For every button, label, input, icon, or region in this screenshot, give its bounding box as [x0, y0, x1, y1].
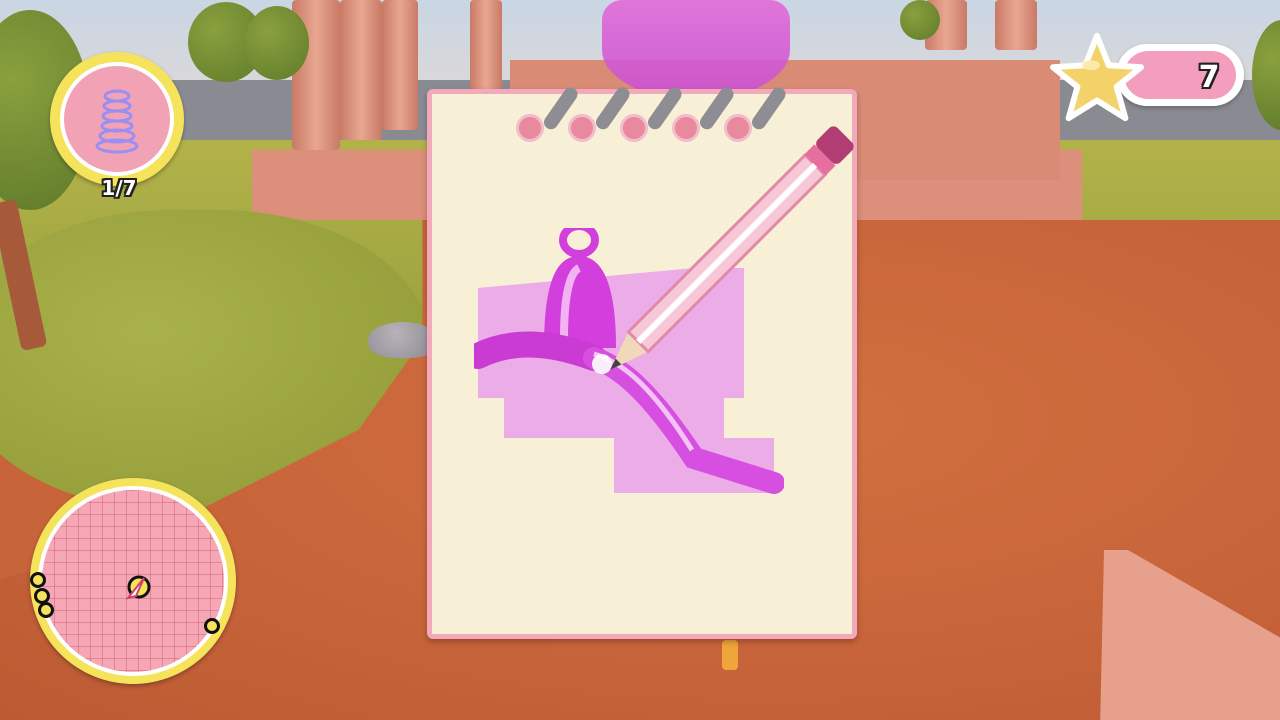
- temple-column: [382, 0, 418, 130]
- temple-column: [470, 0, 502, 100]
- temple-column: [340, 0, 382, 140]
- ring-hole: [516, 114, 544, 142]
- bush: [900, 0, 940, 40]
- minimap[interactable]: [30, 478, 236, 684]
- quest-progress-text: 1/7: [101, 176, 137, 200]
- magic-swirl: [602, 0, 790, 100]
- bush: [245, 6, 309, 80]
- quest-badge-inner: [60, 62, 174, 176]
- pencil-pickup-icon: [722, 640, 738, 670]
- star-counter: 7: [1048, 30, 1248, 130]
- minimap-marker: [38, 602, 54, 618]
- quest-badge[interactable]: [50, 52, 184, 186]
- temple-column: [995, 0, 1037, 50]
- minimap-marker: [204, 618, 220, 634]
- minimap-grid: [38, 486, 228, 676]
- player-arrow-icon: [125, 575, 151, 600]
- star-count: 7: [1198, 60, 1220, 95]
- pencil-icon: [610, 126, 854, 370]
- star-icon: [1049, 32, 1145, 122]
- spring-icon: [95, 89, 139, 154]
- minimap-marker: [30, 572, 46, 588]
